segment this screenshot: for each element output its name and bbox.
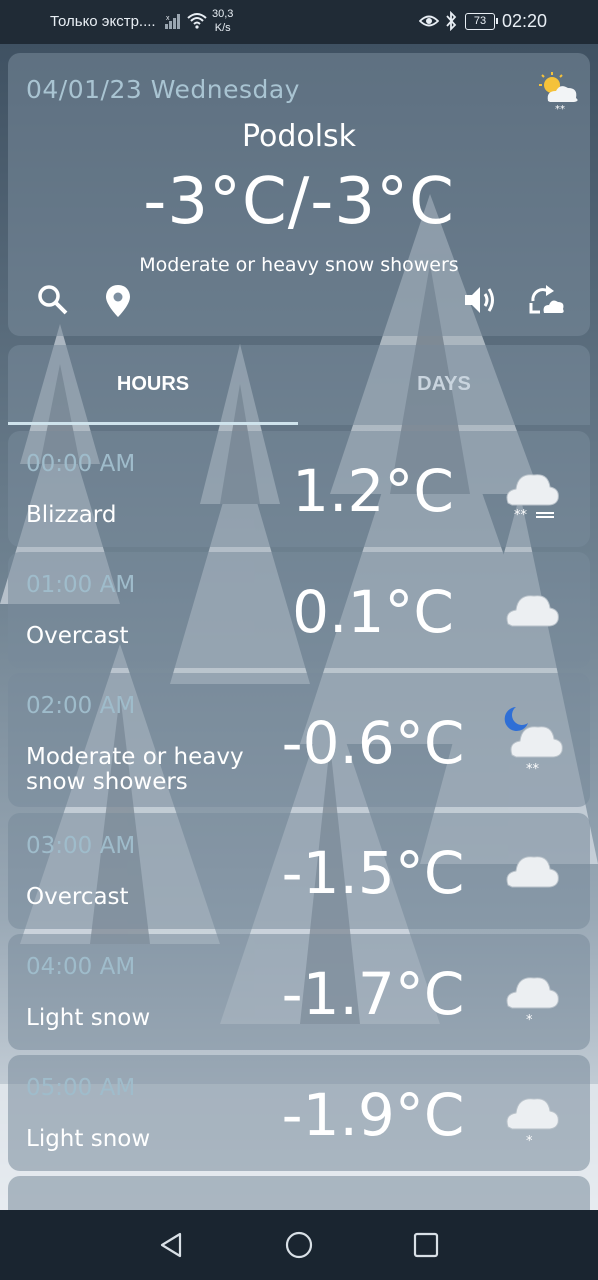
eye-comfort-icon <box>418 13 440 34</box>
hour-temperature: -1.5°C <box>281 839 465 907</box>
svg-text:**: ** <box>526 762 540 777</box>
signal-icon: x <box>164 12 182 35</box>
refresh-weather-icon[interactable] <box>528 283 566 321</box>
hour-time: 02:00 AM <box>26 693 136 719</box>
current-weather-card: 04/01/23 Wednesday ** Podolsk -3°C/-3°C … <box>8 53 590 336</box>
cloud-snow-icon: * <box>498 1087 562 1151</box>
network-speed-value: 30,3 <box>212 8 234 20</box>
cloud-snow-icon: * <box>498 966 562 1030</box>
status-bar: Только экстр.... x 30,3 K/s 73 02:20 <box>0 0 598 44</box>
hour-temperature: -1.9°C <box>281 1081 465 1149</box>
cloud-icon <box>498 845 562 899</box>
selected-tab-indicator <box>8 422 298 425</box>
location-pin-icon[interactable] <box>104 283 132 323</box>
carrier-label: Только экстр.... <box>50 13 156 30</box>
blizzard-icon: ** <box>498 463 562 527</box>
current-temperature: -3°C/-3°C <box>143 165 455 239</box>
svg-text:*: * <box>526 1013 533 1026</box>
hour-time: 00:00 AM <box>26 451 136 477</box>
hour-time: 01:00 AM <box>26 572 136 598</box>
clock: 02:20 <box>502 11 548 31</box>
navigation-bar <box>0 1210 598 1280</box>
hour-time: 04:00 AM <box>26 954 136 980</box>
hour-condition: Moderate or heavy snow showers <box>26 744 244 795</box>
hour-time: 05:00 AM <box>26 1075 136 1101</box>
recents-icon[interactable] <box>413 1232 439 1262</box>
hour-temperature: -0.6°C <box>281 709 465 777</box>
hour-row[interactable]: 02:00 AM Moderate or heavy snow showers … <box>8 673 590 807</box>
tab-hours[interactable]: HOURS <box>8 373 298 396</box>
svg-text:x: x <box>166 15 170 22</box>
hour-temperature: -1.7°C <box>281 960 465 1028</box>
hour-row[interactable]: 01:00 AM Overcast 0.1°C <box>8 552 590 668</box>
svg-text:**: ** <box>514 508 528 523</box>
back-icon[interactable] <box>158 1231 184 1263</box>
current-date: 04/01/23 Wednesday <box>26 75 300 104</box>
hour-condition: Light snow <box>26 1126 151 1152</box>
hour-condition: Overcast <box>26 623 129 649</box>
svg-text:*: * <box>526 1134 533 1147</box>
wifi-icon <box>186 10 208 35</box>
current-condition: Moderate or heavy snow showers <box>139 254 459 276</box>
home-icon[interactable] <box>285 1231 313 1263</box>
hour-condition: Overcast <box>26 884 129 910</box>
speaker-icon[interactable] <box>462 283 498 321</box>
hour-row[interactable]: 05:00 AM Light snow -1.9°C * <box>8 1055 590 1171</box>
hour-temperature: 1.2°C <box>292 457 454 525</box>
forecast-tabs: HOURS DAYS <box>8 345 590 425</box>
network-speed-unit: K/s <box>214 22 231 34</box>
hour-condition: Light snow <box>26 1005 151 1031</box>
sun-cloud-snow-icon: ** <box>536 71 582 117</box>
city-name: Podolsk <box>241 119 357 154</box>
network-speed: 30,3 K/s <box>212 7 233 35</box>
hour-row[interactable]: 04:00 AM Light snow -1.7°C * <box>8 934 590 1050</box>
hour-row[interactable]: 03:00 AM Overcast -1.5°C <box>8 813 590 929</box>
hour-time: 03:00 AM <box>26 833 136 859</box>
moon-cloud-snow-icon: ** <box>498 703 570 781</box>
search-icon[interactable] <box>36 283 70 321</box>
svg-text:**: ** <box>555 104 565 113</box>
hour-condition: Blizzard <box>26 502 117 528</box>
hour-temperature: 0.1°C <box>292 578 454 646</box>
cloud-icon <box>498 584 562 638</box>
hour-row-partial[interactable] <box>8 1176 590 1210</box>
battery-indicator: 73 <box>465 13 498 30</box>
tab-days[interactable]: DAYS <box>298 373 590 396</box>
bluetooth-icon <box>444 10 458 36</box>
hour-row[interactable]: 00:00 AM Blizzard 1.2°C ** <box>8 431 590 547</box>
